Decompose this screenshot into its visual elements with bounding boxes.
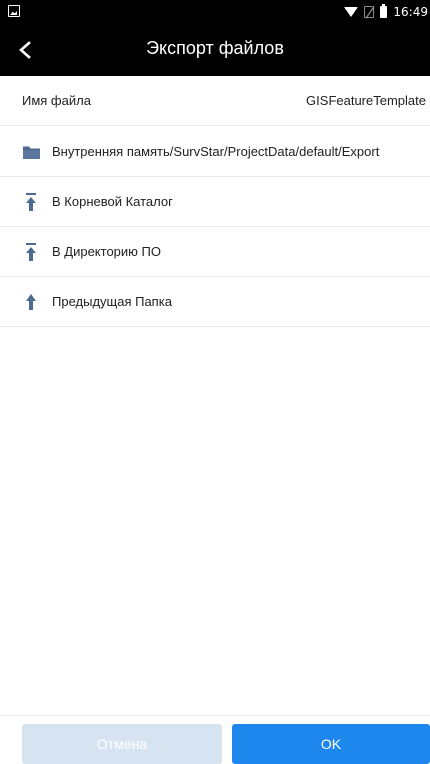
nav-root-row[interactable]: В Корневой Каталог	[0, 177, 430, 227]
file-name-value[interactable]: GISFeatureTemplate	[306, 93, 426, 108]
file-name-row[interactable]: Имя файла GISFeatureTemplate	[0, 76, 430, 126]
cancel-button[interactable]: Отмена	[22, 724, 222, 764]
app-bar: Экспорт файлов	[0, 24, 430, 76]
status-indicators: 16:49	[344, 4, 428, 20]
current-path-row: Внутренняя память/SurvStar/ProjectData/d…	[0, 127, 430, 177]
image-notification-icon	[8, 5, 20, 17]
ok-button[interactable]: OK	[232, 724, 430, 764]
no-sim-icon	[364, 6, 375, 18]
nav-software-dir-label: В Директорию ПО	[52, 244, 161, 259]
status-time: 16:49	[393, 5, 428, 19]
nav-parent-row[interactable]: Предыдущая Папка	[0, 277, 430, 327]
arrow-up-to-top-icon	[22, 242, 40, 261]
action-bar: Отмена OK	[0, 715, 430, 764]
file-name-label: Имя файла	[22, 93, 91, 108]
wifi-icon	[344, 7, 359, 17]
nav-parent-label: Предыдущая Папка	[52, 294, 172, 309]
arrow-up-icon	[22, 293, 40, 311]
nav-root-label: В Корневой Каталог	[52, 194, 173, 209]
current-path: Внутренняя память/SurvStar/ProjectData/d…	[52, 144, 380, 159]
nav-software-dir-row[interactable]: В Директорию ПО	[0, 227, 430, 277]
page-title: Экспорт файлов	[146, 38, 284, 58]
folder-icon	[22, 143, 40, 161]
status-bar: 16:49	[0, 0, 430, 24]
battery-icon	[380, 4, 388, 18]
arrow-up-to-top-icon	[22, 192, 40, 211]
